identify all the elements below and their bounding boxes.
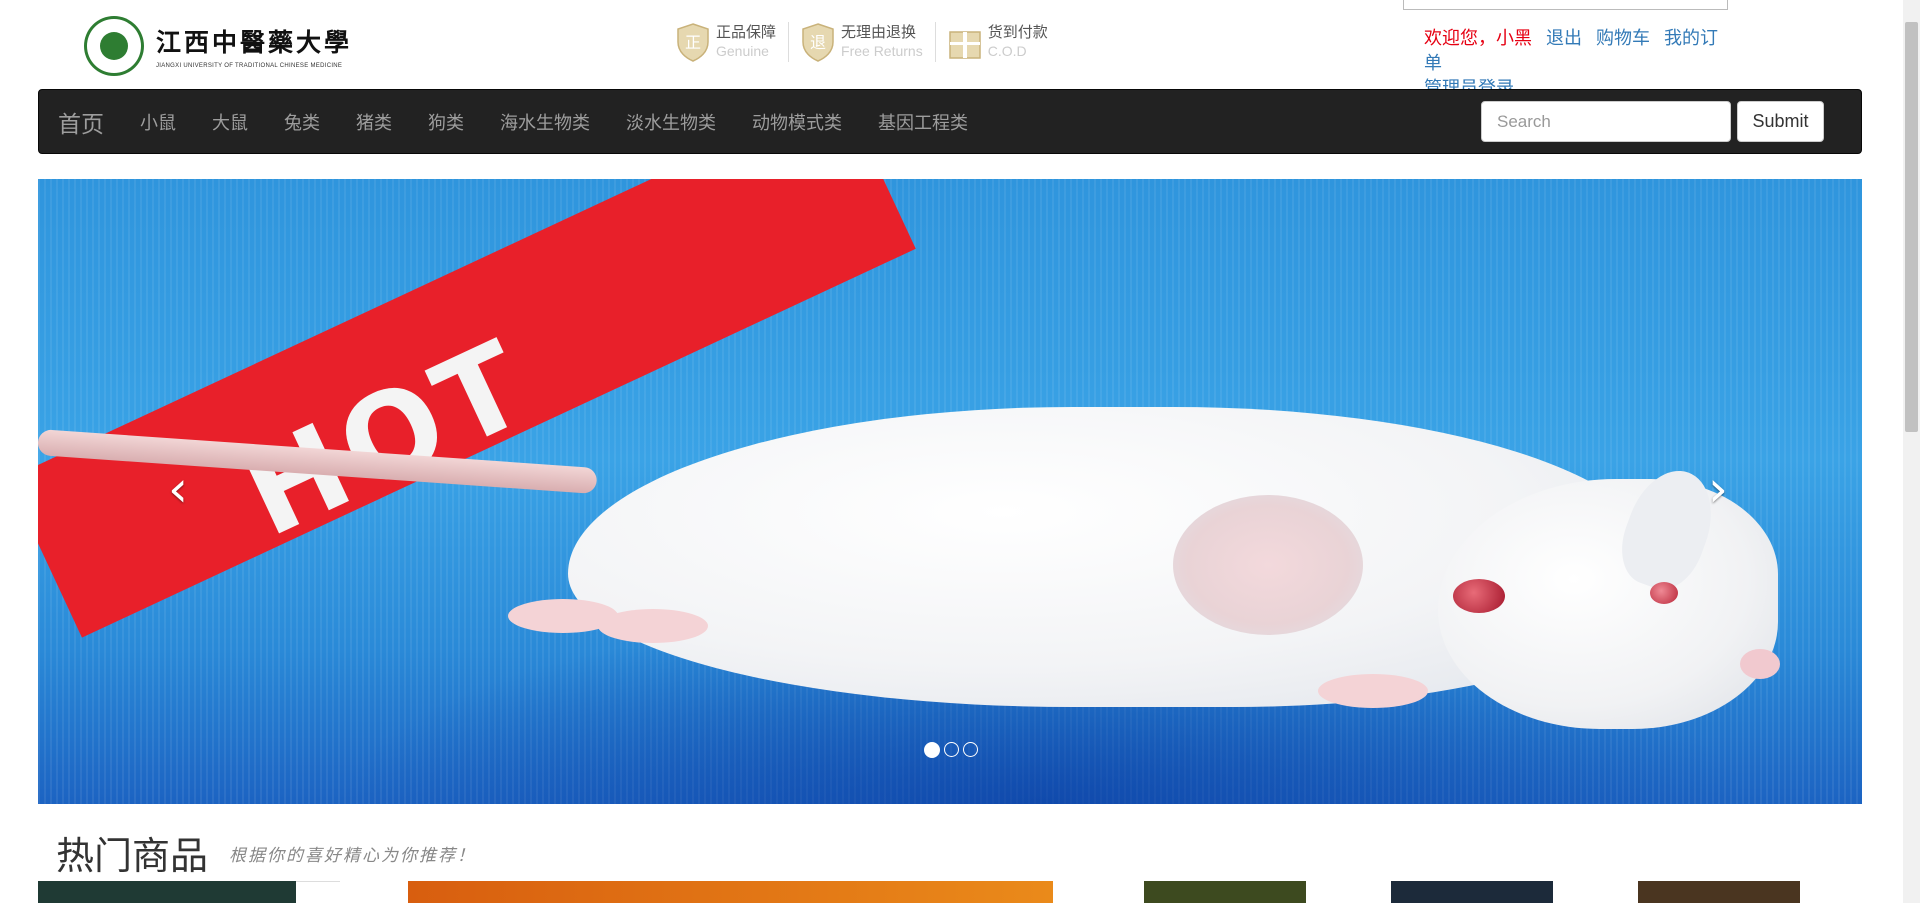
logout-link[interactable]: 退出: [1546, 28, 1582, 48]
nav-item-animal-model[interactable]: 动物模式类: [734, 109, 860, 135]
hot-products-title: 热门商品: [56, 836, 209, 878]
cart-link[interactable]: 购物车: [1596, 28, 1650, 48]
carousel-next-icon[interactable]: ›: [1688, 449, 1748, 529]
nav-item-genetic-engineering[interactable]: 基因工程类: [860, 109, 986, 135]
hot-products-subtitle: 根据你的喜好精心为你推荐！: [229, 846, 476, 866]
main-navbar: 首页 小鼠 大鼠 兔类 猪类 狗类 海水生物类 淡水生物类 动物模式类 基因工程…: [38, 89, 1862, 154]
service-guarantees: 正 正品保障 Genuine 退 无理由退换 Free Returns 货到付款…: [664, 20, 1060, 64]
product-thumbnail[interactable]: [1638, 881, 1800, 903]
search-submit-button[interactable]: Submit: [1737, 101, 1824, 142]
product-thumbnail-edge: [296, 881, 340, 903]
guarantee-title: 正品保障: [716, 24, 777, 41]
logo-english-name: JIANGXI UNIVERSITY OF TRADITIONAL CHINES…: [155, 63, 343, 69]
logo-text: 江西中醫藥大學 JIANGXI UNIVERSITY OF TRADITIONA…: [156, 23, 352, 69]
scrollbar-thumb[interactable]: [1905, 22, 1918, 432]
mouse-paw: [598, 609, 708, 643]
guarantee-genuine: 正 正品保障 Genuine: [664, 22, 790, 62]
guarantee-cod: 货到付款 C.O.D: [936, 22, 1060, 62]
nav-home[interactable]: 首页: [58, 105, 104, 139]
product-thumbnail[interactable]: [1144, 881, 1306, 903]
mouse-ear: [1173, 495, 1363, 635]
product-thumbnail[interactable]: [408, 881, 1053, 903]
mouse-eye: [1453, 579, 1505, 613]
carousel-prev-icon[interactable]: ‹: [148, 449, 208, 529]
shield-zheng-icon: 正: [677, 23, 709, 62]
mouse-paw: [1318, 674, 1428, 708]
carousel-indicators: [922, 742, 980, 758]
mouse-eye-far: [1650, 582, 1678, 604]
nav-item-rat[interactable]: 大鼠: [194, 109, 266, 135]
welcome-text: 欢迎您，小黑: [1424, 28, 1532, 48]
mouse-nose: [1740, 649, 1780, 679]
gift-box-icon: [948, 31, 981, 59]
nav-item-mouse[interactable]: 小鼠: [122, 109, 194, 135]
svg-text:正: 正: [685, 33, 701, 52]
product-thumbnail[interactable]: [38, 881, 296, 903]
carousel-indicator-1[interactable]: [924, 742, 940, 758]
hero-carousel[interactable]: HOT ‹ ›: [38, 179, 1862, 804]
guarantee-subtitle: Free Returns: [841, 43, 923, 59]
guarantee-title: 货到付款: [987, 24, 1048, 41]
svg-text:退: 退: [810, 33, 826, 52]
product-thumbnail[interactable]: [1391, 881, 1553, 903]
search-input[interactable]: [1481, 101, 1731, 142]
nav-item-dog[interactable]: 狗类: [410, 109, 482, 135]
page-scrollbar[interactable]: [1903, 0, 1920, 903]
site-logo[interactable]: 江西中醫藥大學 JIANGXI UNIVERSITY OF TRADITIONA…: [84, 16, 352, 76]
guarantee-subtitle: C.O.D: [987, 43, 1027, 59]
nav-item-marine[interactable]: 海水生物类: [482, 109, 608, 135]
logo-chinese-name: 江西中醫藥大學: [155, 28, 352, 57]
nav-item-pig[interactable]: 猪类: [338, 109, 410, 135]
carousel-indicator-3[interactable]: [963, 742, 978, 757]
guarantee-free-returns: 退 无理由退换 Free Returns: [789, 22, 936, 62]
carousel-indicator-2[interactable]: [944, 742, 959, 757]
shield-return-icon: 退: [802, 23, 834, 62]
university-seal-icon: [84, 16, 144, 76]
dropdown-popup-edge: [1403, 0, 1728, 10]
guarantee-title: 无理由退换: [841, 24, 917, 41]
nav-item-freshwater[interactable]: 淡水生物类: [608, 109, 734, 135]
guarantee-subtitle: Genuine: [716, 43, 769, 59]
nav-item-rabbit[interactable]: 兔类: [266, 109, 338, 135]
